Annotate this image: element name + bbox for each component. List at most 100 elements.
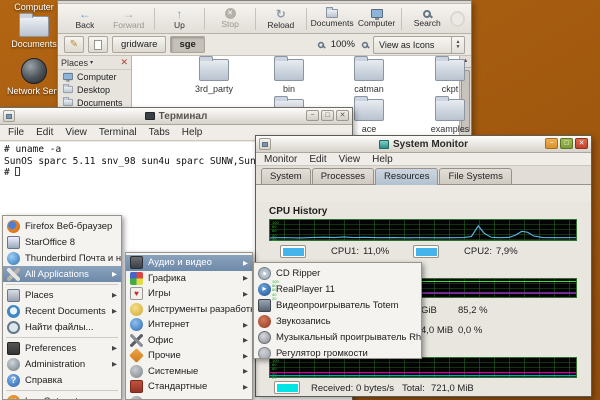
submenu-arrow-icon: ▶ [112, 291, 117, 299]
minimize-button[interactable]: − [306, 110, 319, 121]
documents-button[interactable]: Documents [311, 9, 354, 28]
globe-icon [21, 58, 47, 84]
menu-item-totem[interactable]: Видеопроигрыватель Totem [254, 297, 421, 313]
submenu-arrow-icon: ▶ [243, 274, 248, 282]
note-button[interactable] [88, 36, 108, 53]
toolbar-separator [204, 8, 205, 30]
menu-tabs[interactable]: Tabs [149, 127, 170, 138]
cpu1-color-swatch[interactable] [280, 245, 306, 258]
menu-item-sound-recorder[interactable]: Звукозапись [254, 313, 421, 329]
close-button[interactable]: ✕ [575, 138, 588, 149]
close-button[interactable]: ✕ [336, 110, 349, 121]
menu-item-internet[interactable]: Интернет ▶ [126, 317, 252, 333]
menu-item-administration[interactable]: Administration ▶ [3, 356, 121, 372]
submenu-arrow-icon: ▶ [243, 367, 248, 375]
menu-item-firefox[interactable]: Firefox Веб-браузер [3, 218, 121, 234]
menu-item-development[interactable]: Инструменты разработки ▶ [126, 302, 252, 318]
stop-button[interactable]: ✕ Stop [209, 8, 251, 29]
menu-item-games[interactable]: ♥ Игры ▶ [126, 286, 252, 302]
up-button[interactable]: ↑ Up [159, 8, 201, 30]
menu-item-help[interactable]: ? Справка [3, 372, 121, 388]
menu-edit[interactable]: Edit [309, 154, 326, 165]
tab-resources[interactable]: Resources [375, 168, 438, 185]
menu-terminal[interactable]: Terminal [99, 127, 137, 138]
edit-location-button[interactable]: ✎ [64, 36, 84, 53]
view-mode-select[interactable]: View as Icons ▲▼ [373, 36, 465, 54]
menu-help[interactable]: Help [182, 127, 203, 138]
system-monitor-menubar: Monitor Edit View Help [256, 153, 591, 166]
menu-item-other[interactable]: Прочие ▶ [126, 348, 252, 364]
desktop-icon-documents[interactable]: Documents [8, 16, 60, 49]
menu-item-graphics[interactable]: Графика ▶ [126, 271, 252, 287]
minimize-button[interactable]: − [545, 138, 558, 149]
folder-item[interactable]: bin [258, 59, 320, 94]
menu-item-rhythmbox[interactable]: Музыкальный проигрыватель Rhythmbox [254, 329, 421, 345]
tab-processes[interactable]: Processes [312, 168, 374, 184]
submenu-arrow-icon: ▶ [243, 352, 248, 360]
menu-file[interactable]: File [8, 127, 24, 138]
folder-item[interactable]: 3rd_party [183, 59, 245, 94]
back-button[interactable]: ← Back [64, 8, 106, 30]
maximize-button[interactable]: □ [321, 110, 334, 121]
desktop-icon-network[interactable]: Network Serv [6, 58, 62, 96]
system-monitor-titlebar[interactable]: System Monitor − □ ✕ [256, 136, 591, 153]
stop-icon: ✕ [225, 8, 236, 19]
reload-button[interactable]: ↻ Reload [260, 8, 302, 30]
folder-item[interactable]: catman [338, 59, 400, 94]
menu-separator [6, 284, 118, 285]
menu-item-volume-control[interactable]: Регулятор громкости [254, 345, 421, 359]
search-button[interactable]: Search [406, 10, 448, 28]
computer-button[interactable]: Computer [356, 9, 398, 28]
cpu2-color-swatch[interactable] [413, 245, 439, 258]
folder-item[interactable]: examples [419, 99, 481, 134]
zoom-in-icon[interactable] [362, 41, 368, 47]
menu-item-thunderbird[interactable]: Thunderbird Почта и новости [3, 250, 121, 266]
menu-separator [6, 390, 118, 391]
forward-button[interactable]: → Forward [108, 8, 150, 30]
menu-item-places[interactable]: Places ▶ [3, 287, 121, 303]
menu-item-recent-documents[interactable]: Recent Documents ▶ [3, 303, 121, 319]
maximize-button[interactable]: □ [560, 138, 573, 149]
reload-icon: ↻ [276, 8, 286, 20]
menu-item-partial[interactable] [126, 395, 252, 400]
menu-item-staroffice[interactable]: StarOffice 8 [3, 234, 121, 250]
sidebar-item-computer[interactable]: Computer [58, 70, 131, 83]
menu-item-find-files[interactable]: Найти файлы... [3, 319, 121, 335]
menu-monitor[interactable]: Monitor [264, 154, 297, 165]
menu-item-standard[interactable]: Стандартные ▶ [126, 379, 252, 395]
path-button-gridware[interactable]: gridware [112, 36, 166, 53]
window-menu-button[interactable] [3, 110, 15, 122]
menu-help[interactable]: Help [372, 154, 393, 165]
tab-file-systems[interactable]: File Systems [439, 168, 511, 184]
terminal-titlebar[interactable]: Терминал − □ ✕ [0, 108, 352, 125]
received-color-swatch[interactable] [274, 381, 300, 394]
menu-item-preferences[interactable]: Preferences ▶ [3, 340, 121, 356]
menu-item-cd-ripper[interactable]: CD Ripper [254, 265, 421, 281]
memory-graph-scale: 100 80 60 40 20 [272, 280, 279, 301]
window-menu-button[interactable] [259, 138, 271, 150]
tab-system[interactable]: System [261, 168, 311, 184]
folder-icon [435, 99, 465, 121]
zoom-level: 100% [331, 39, 355, 50]
folder-item[interactable]: ckpt [419, 59, 481, 94]
menu-view[interactable]: View [339, 154, 361, 165]
menu-item-all-applications[interactable]: All Applications ▶ [3, 266, 121, 282]
cpu-graph-scale: 100 80 60 40 20 [272, 221, 279, 242]
menu-item-audio-video[interactable]: Аудио и видео ▶ [126, 255, 252, 271]
path-button-sge[interactable]: sge [170, 36, 204, 53]
menu-item-office[interactable]: Офис ▶ [126, 333, 252, 349]
menu-item-system[interactable]: Системные ▶ [126, 364, 252, 380]
sidebar-item-desktop[interactable]: Desktop [58, 83, 131, 96]
menu-item-realplayer[interactable]: ▸ RealPlayer 11 [254, 281, 421, 297]
close-sidebar-icon[interactable]: ✕ [120, 57, 128, 68]
graphics-icon [130, 272, 143, 285]
zoom-out-icon[interactable] [317, 41, 323, 47]
menu-view[interactable]: View [65, 127, 87, 138]
menu-edit[interactable]: Edit [36, 127, 53, 138]
documents-folder-icon [326, 9, 338, 18]
stepper-icon: ▲▼ [451, 37, 464, 53]
category-icon [130, 396, 143, 400]
desktop-icon-computer[interactable]: Computer [8, 2, 60, 12]
menu-item-logout[interactable]: ↩ Log Out root... [3, 393, 121, 400]
submenu-arrow-icon: ▶ [243, 290, 248, 298]
